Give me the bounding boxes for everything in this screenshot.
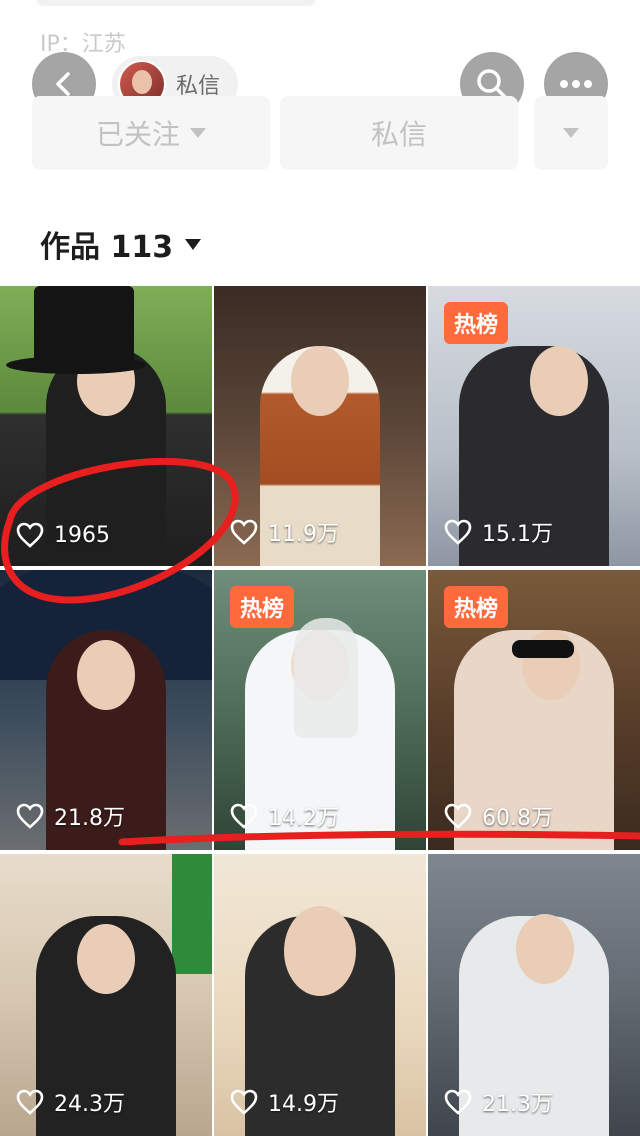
like-count: 14.9万 <box>230 1086 339 1118</box>
hot-list-badge: 热榜 <box>444 302 509 344</box>
chevron-down-icon <box>185 238 202 250</box>
video-thumbnail[interactable]: 24.3万 <box>0 854 212 1136</box>
like-count: 15.1万 <box>444 516 553 548</box>
top-hat <box>34 286 134 364</box>
hot-list-badge: 热榜 <box>444 586 509 628</box>
heart-icon <box>230 1089 258 1115</box>
like-count: 11.9万 <box>230 516 339 548</box>
scrolled-username-placeholder <box>36 0 316 6</box>
like-count: 1965 <box>16 522 110 548</box>
heart-icon <box>444 519 472 545</box>
like-count: 60.8万 <box>444 800 553 832</box>
message-label: 私信 <box>370 118 427 151</box>
white-hair <box>294 618 358 738</box>
video-thumbnail[interactable]: 21.8万 <box>0 570 212 850</box>
follow-button[interactable]: 已关注 <box>32 96 270 170</box>
works-tab[interactable]: 作品 113 <box>40 222 202 266</box>
heart-icon <box>230 519 258 545</box>
like-count: 24.3万 <box>16 1086 125 1118</box>
heart-icon <box>16 803 44 829</box>
chevron-down-icon <box>190 128 206 138</box>
sunglasses <box>512 640 574 658</box>
like-count: 14.2万 <box>230 800 339 832</box>
heart-icon <box>16 522 44 548</box>
heart-icon <box>16 1089 44 1115</box>
hot-list-badge: 热榜 <box>230 586 295 628</box>
more-dropdown-button[interactable] <box>534 96 608 170</box>
follow-label: 已关注 <box>95 118 180 151</box>
video-thumbnail[interactable]: 21.3万 <box>428 854 640 1136</box>
heart-icon <box>444 803 472 829</box>
like-count: 21.8万 <box>16 800 125 832</box>
video-thumbnail[interactable]: 热榜 14.2万 <box>214 570 426 850</box>
chevron-down-icon <box>563 128 579 138</box>
works-label: 作品 113 <box>40 230 174 265</box>
heart-icon <box>444 1089 472 1115</box>
profile-header: IP：江苏 私信 已关注 私信 作品 113 <box>0 0 640 286</box>
video-thumbnail[interactable]: 热榜 15.1万 <box>428 286 640 566</box>
more-icon <box>560 80 592 88</box>
video-thumbnail[interactable]: 14.9万 <box>214 854 426 1136</box>
video-thumbnail[interactable]: 1965 <box>0 286 212 566</box>
heart-icon <box>230 803 258 829</box>
chevron-left-icon <box>56 72 70 96</box>
message-button[interactable]: 私信 <box>280 96 518 170</box>
like-count: 21.3万 <box>444 1086 553 1118</box>
video-thumbnail[interactable]: 热榜 60.8万 <box>428 570 640 850</box>
video-thumbnail[interactable]: 11.9万 <box>214 286 426 566</box>
